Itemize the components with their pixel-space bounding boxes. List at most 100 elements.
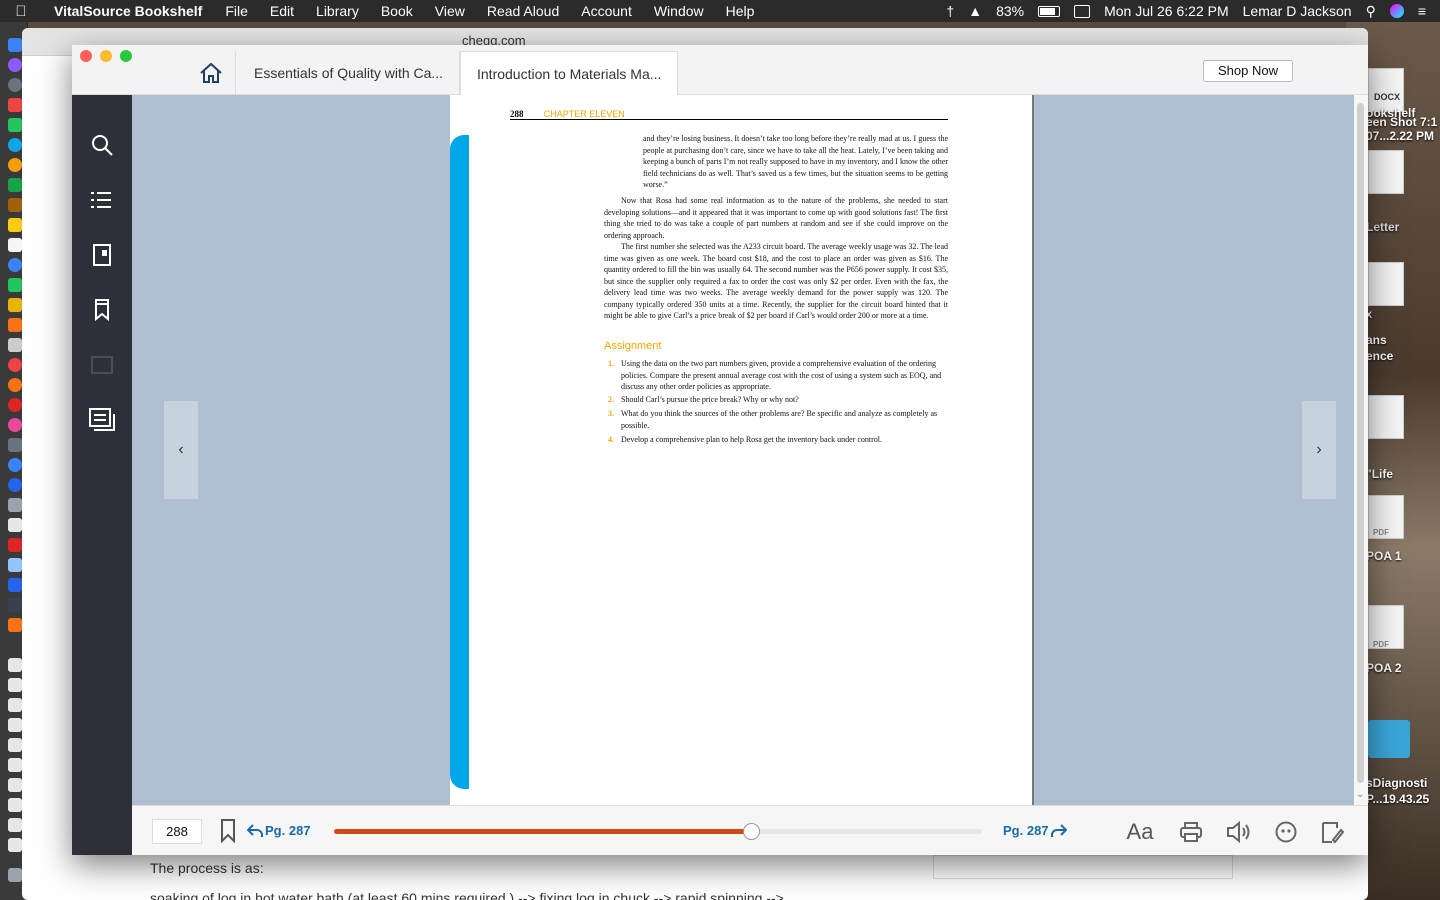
page-number-input[interactable]: 288 <box>152 819 202 844</box>
chevron-down-icon[interactable]: ⌄ <box>1356 789 1364 800</box>
document-icon[interactable] <box>8 738 22 752</box>
forward-page-link[interactable]: Pg. 287 <box>1003 823 1067 838</box>
app-icon[interactable] <box>8 598 22 612</box>
tab-introduction-to-materials[interactable]: Introduction to Materials Ma... <box>460 51 678 95</box>
menu-read-aloud[interactable]: Read Aloud <box>476 3 570 19</box>
minimize-button[interactable] <box>100 50 112 62</box>
search-button[interactable] <box>86 129 118 161</box>
numbers-icon[interactable] <box>8 318 22 332</box>
document-icon[interactable] <box>8 818 22 832</box>
word-icon[interactable] <box>8 578 22 592</box>
trash-icon[interactable] <box>8 868 22 882</box>
background-box <box>933 855 1233 879</box>
music-icon[interactable] <box>8 418 22 432</box>
book-page: 288 CHAPTER ELEVEN and they’re losing bu… <box>450 95 1034 805</box>
next-page-button[interactable]: › <box>1302 401 1336 499</box>
battery-percent[interactable]: 83% <box>996 3 1024 19</box>
desktop-label: sDiagnosti <box>1366 776 1428 790</box>
document-icon[interactable] <box>8 718 22 732</box>
siri-icon[interactable] <box>8 58 22 72</box>
app-icon[interactable] <box>8 378 22 392</box>
photos-icon[interactable] <box>8 298 22 312</box>
notes-edit-button[interactable] <box>1317 817 1347 847</box>
clock[interactable]: Mon Jul 26 6:22 PM <box>1104 3 1229 19</box>
desktop-file-icon[interactable] <box>1368 150 1404 194</box>
menu-help[interactable]: Help <box>715 3 766 19</box>
app-icon[interactable] <box>8 618 22 632</box>
camera-icon[interactable] <box>8 438 22 452</box>
app-icon[interactable] <box>8 518 22 532</box>
finder-icon[interactable] <box>8 38 22 52</box>
menu-bar:  VitalSource Bookshelf File Edit Librar… <box>0 0 1440 22</box>
chrome-icon[interactable] <box>8 158 22 172</box>
menu-file[interactable]: File <box>214 3 259 19</box>
excel-icon[interactable] <box>8 178 22 192</box>
siri-icon[interactable] <box>1389 4 1404 18</box>
flashcards-button[interactable] <box>86 239 118 271</box>
document-icon[interactable] <box>8 838 22 852</box>
shop-now-button[interactable]: Shop Now <box>1203 60 1293 82</box>
document-icon[interactable] <box>8 658 22 672</box>
user-name[interactable]: Lemar D Jackson <box>1243 3 1352 19</box>
powerpoint-icon[interactable] <box>8 538 22 552</box>
bookmark-page-button[interactable] <box>220 819 236 848</box>
wifi-icon[interactable]: ▲ <box>968 3 982 19</box>
app-store-icon[interactable] <box>8 458 22 472</box>
home-button[interactable] <box>186 51 236 95</box>
vertical-scrollbar[interactable]: ⌄ <box>1354 95 1368 805</box>
battery-icon[interactable] <box>1038 5 1061 17</box>
zoom-button[interactable] <box>120 50 132 62</box>
text-size-button[interactable]: Aa <box>1125 817 1155 847</box>
back-page-link[interactable]: Pg. 287 <box>247 823 311 838</box>
citation-button[interactable] <box>1271 817 1301 847</box>
app-icon[interactable] <box>8 398 22 412</box>
app-icon[interactable] <box>8 558 22 572</box>
safari-icon[interactable] <box>8 138 22 152</box>
menu-library[interactable]: Library <box>305 3 370 19</box>
close-button[interactable] <box>80 50 92 62</box>
desktop-file-icon[interactable] <box>1368 262 1404 306</box>
utility-icon[interactable] <box>8 338 22 352</box>
text-edit-icon[interactable] <box>8 238 22 252</box>
background-text: soaking of log in hot water bath (at lea… <box>150 890 784 900</box>
apple-icon[interactable]:  <box>0 3 42 20</box>
document-icon[interactable] <box>8 778 22 792</box>
document-icon[interactable] <box>8 698 22 712</box>
document-icon[interactable] <box>8 798 22 812</box>
slider-thumb[interactable] <box>742 823 760 840</box>
bluetooth-icon[interactable]: † <box>946 3 954 19</box>
menu-edit[interactable]: Edit <box>259 3 305 19</box>
menu-book[interactable]: Book <box>370 3 424 19</box>
notes-icon[interactable] <box>8 218 22 232</box>
maps-icon[interactable] <box>8 118 22 132</box>
page-progress-slider[interactable] <box>334 823 982 840</box>
tab-label: Essentials of Quality with Ca... <box>254 65 444 81</box>
menu-window[interactable]: Window <box>643 3 715 19</box>
app-icon[interactable] <box>8 498 22 512</box>
notes-button[interactable] <box>86 404 118 436</box>
app-icon[interactable] <box>8 478 22 492</box>
document-icon[interactable] <box>8 758 22 772</box>
contents-button[interactable] <box>86 184 118 216</box>
books-icon[interactable] <box>8 198 22 212</box>
bookmarks-button[interactable] <box>86 294 118 326</box>
menu-view[interactable]: View <box>424 3 476 19</box>
previous-page-button[interactable]: ‹ <box>164 401 198 499</box>
messenger-icon[interactable] <box>8 258 22 272</box>
app-menu[interactable]: VitalSource Bookshelf <box>42 3 214 19</box>
read-aloud-button[interactable] <box>1224 817 1254 847</box>
menu-account[interactable]: Account <box>570 3 643 19</box>
facetime-icon[interactable] <box>8 278 22 292</box>
launchpad-icon[interactable] <box>8 78 22 92</box>
tab-essentials-of-quality[interactable]: Essentials of Quality with Ca... <box>238 51 460 95</box>
scrollbar-thumb[interactable] <box>1357 103 1364 783</box>
desktop-file-icon[interactable] <box>1368 395 1404 439</box>
document-icon[interactable] <box>8 678 22 692</box>
notification-center-icon[interactable]: ≡ <box>1418 3 1426 19</box>
app-icon[interactable] <box>8 358 22 372</box>
calendar-icon[interactable] <box>8 98 22 112</box>
print-button[interactable] <box>1176 817 1206 847</box>
keyboard-icon[interactable] <box>1074 4 1091 18</box>
spotlight-icon[interactable]: ⚲ <box>1366 3 1376 20</box>
folder-icon[interactable] <box>1368 720 1410 758</box>
